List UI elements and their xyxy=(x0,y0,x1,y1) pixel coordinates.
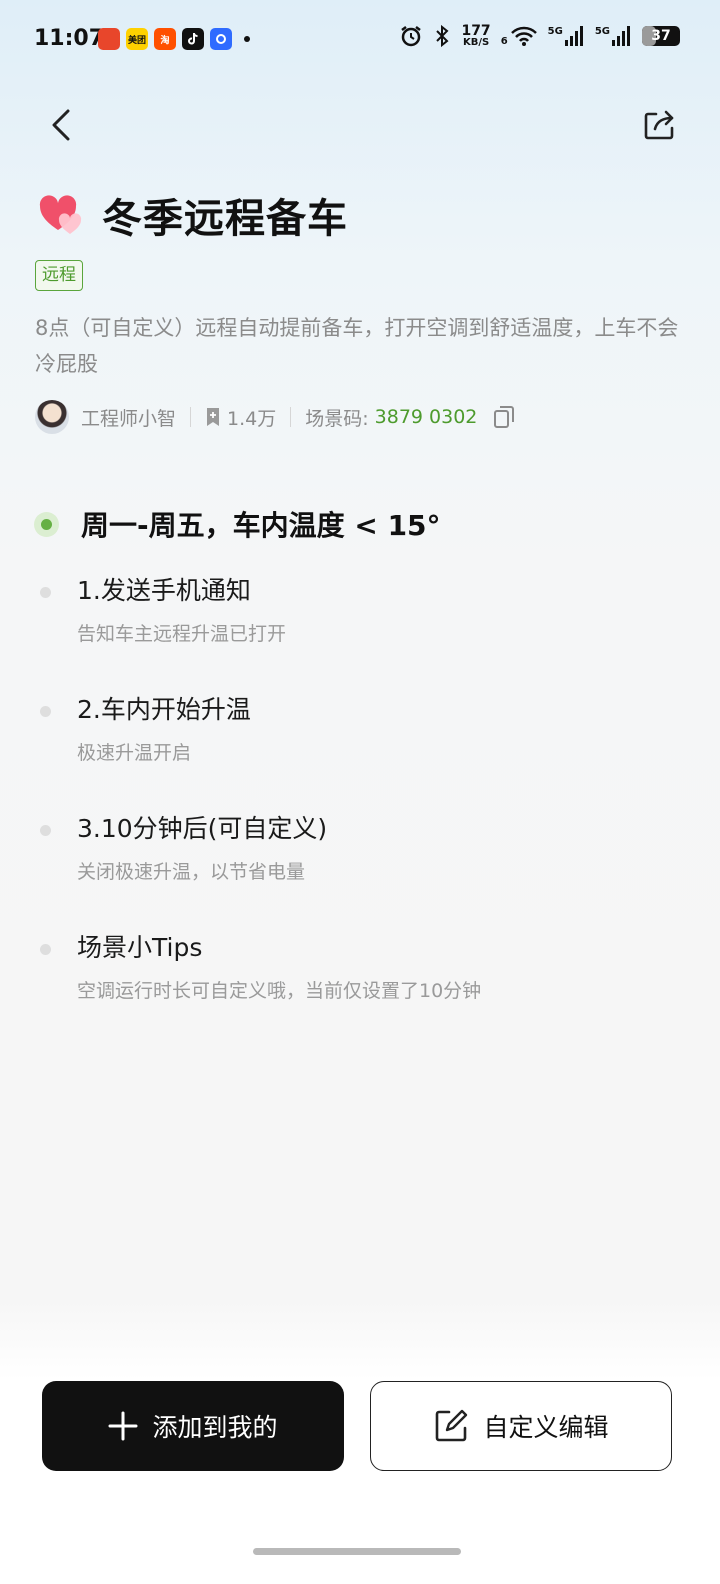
add-to-mine-button[interactable]: 添加到我的 xyxy=(42,1381,344,1471)
add-to-mine-label: 添加到我的 xyxy=(152,1413,278,1442)
share-icon xyxy=(644,110,674,140)
save-count: 1.4万 xyxy=(227,407,277,430)
wifi-icon xyxy=(510,26,537,46)
scene-code-label: 场景码: xyxy=(305,407,369,430)
step-subtitle: 告知车主远程升温已打开 xyxy=(77,623,287,645)
chevron-left-icon xyxy=(52,109,70,141)
scene-code-value: 3879 0302 xyxy=(374,406,478,428)
signal-1: 5G xyxy=(548,26,585,46)
status-time: 11:07 xyxy=(34,26,105,51)
page-title: 冬季远程备车 xyxy=(102,196,348,242)
meituan-icon: 美团 xyxy=(126,28,148,50)
custom-edit-button[interactable]: 自定义编辑 xyxy=(370,1381,672,1471)
divider xyxy=(290,407,292,427)
scene-description: 8点（可自定义）远程自动提前备车，打开空调到舒适温度，上车不会冷屁股 xyxy=(35,316,679,376)
back-button[interactable] xyxy=(38,100,84,150)
copy-icon xyxy=(494,406,515,428)
avatar[interactable] xyxy=(35,400,69,434)
app-icon-5 xyxy=(210,28,232,50)
signal-bars-icon xyxy=(612,26,630,46)
signal-bars-icon xyxy=(564,26,583,46)
trigger-text: 周一-周五，车内温度 < 15° xyxy=(81,509,441,542)
meta-row: 工程师小智 1.4万 场景码: 3879 0302 xyxy=(35,398,515,436)
title-row: 冬季远程备车 xyxy=(38,186,348,244)
net-speed-unit: KB/S xyxy=(462,37,490,48)
step-title: 3.10分钟后(可自定义) xyxy=(77,814,328,843)
plus-icon xyxy=(108,1411,138,1441)
home-indicator[interactable] xyxy=(253,1548,461,1555)
battery-icon: 37 xyxy=(642,26,680,46)
step-subtitle: 空调运行时长可自定义哦，当前仅设置了10分钟 xyxy=(77,980,482,1002)
system-icons: 177 KB/S 6 5G 5G 37 xyxy=(399,24,680,48)
step-title: 1.发送手机通知 xyxy=(77,576,251,605)
edit-icon xyxy=(436,1409,468,1442)
step-dot xyxy=(40,825,51,836)
step-dot xyxy=(40,706,51,717)
net-speed: 177 KB/S xyxy=(461,24,490,48)
app-icon-1 xyxy=(98,28,120,50)
category-tag: 远程 xyxy=(35,260,83,291)
step-subtitle: 关闭极速升温，以节省电量 xyxy=(77,861,306,883)
divider xyxy=(190,407,192,427)
custom-edit-label: 自定义编辑 xyxy=(483,1413,609,1442)
net-speed-value: 177 xyxy=(461,23,491,39)
heart-icon xyxy=(39,195,82,234)
tiktok-icon xyxy=(182,28,204,50)
trigger-dot xyxy=(34,511,59,537)
bluetooth-icon xyxy=(436,24,449,48)
step-title: 2.车内开始升温 xyxy=(77,695,251,724)
signal-1-label: 5G xyxy=(547,26,563,37)
step-dot xyxy=(40,587,51,598)
copy-button[interactable] xyxy=(493,405,515,429)
author-name[interactable]: 工程师小智 xyxy=(81,404,176,431)
status-bar: 11:07 美团 淘 177 KB/S 6 5G 5G 37 xyxy=(0,0,720,80)
share-button[interactable] xyxy=(636,102,682,148)
step-title: 场景小Tips xyxy=(77,933,203,962)
trigger-condition: 周一-周五，车内温度 < 15° xyxy=(34,504,441,544)
step-subtitle: 极速升温开启 xyxy=(77,742,192,764)
taobao-icon: 淘 xyxy=(154,28,176,50)
more-notifications-dot xyxy=(244,36,250,42)
step-dot xyxy=(40,944,51,955)
wifi-status: 6 xyxy=(501,25,538,47)
notification-icons: 美团 淘 xyxy=(98,28,250,50)
alarm-icon xyxy=(401,26,422,47)
wifi-sub-label: 6 xyxy=(500,36,508,47)
battery-level: 37 xyxy=(651,28,671,44)
signal-2-label: 5G xyxy=(594,26,610,37)
signal-2: 5G xyxy=(595,26,632,46)
bookmark-icon xyxy=(207,408,220,426)
